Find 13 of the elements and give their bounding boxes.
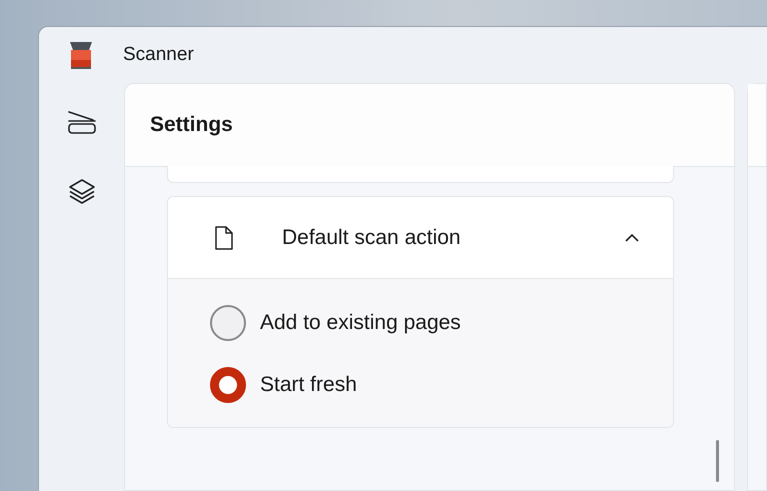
- document-icon: [214, 224, 234, 250]
- chevron-icon: [625, 233, 639, 242]
- radio-button[interactable]: [210, 367, 246, 403]
- radio-option[interactable]: Add to existing pages: [210, 305, 673, 341]
- scanner-icon[interactable]: [66, 109, 96, 135]
- expander-header[interactable]: Default scan action: [168, 197, 673, 278]
- panel-title: Settings: [150, 112, 233, 138]
- window-title: Scanner: [123, 42, 194, 67]
- scrollbar-thumb[interactable]: [716, 440, 719, 482]
- radio-option[interactable]: Start fresh: [210, 367, 673, 403]
- layers-icon[interactable]: [68, 177, 96, 205]
- radio-button[interactable]: [210, 305, 246, 341]
- scanner-app-icon: [69, 41, 93, 69]
